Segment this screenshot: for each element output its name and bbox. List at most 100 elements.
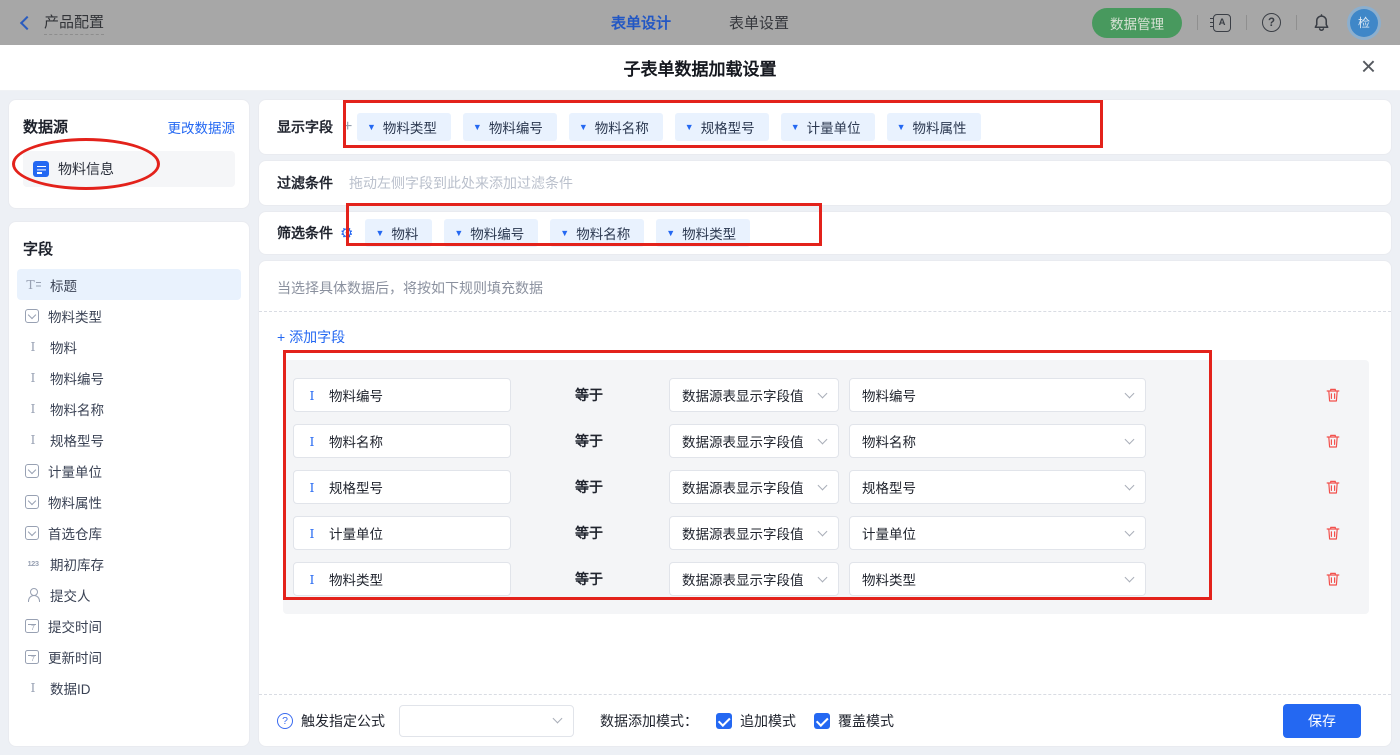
delete-row-icon[interactable] [1325, 571, 1341, 587]
field-list-item[interactable]: 首选仓库 [17, 517, 241, 548]
append-mode-option[interactable]: 追加模式 [716, 711, 796, 731]
caret-down-icon: ▼ [472, 121, 482, 132]
field-list-item[interactable]: 计量单位 [17, 455, 241, 486]
add-field-link[interactable]: + 添加字段 [259, 312, 363, 360]
source-select[interactable]: 数据源表显示字段值 [669, 424, 839, 458]
target-select[interactable]: 物料编号 [849, 378, 1146, 412]
tab-form-design[interactable]: 表单设计 [611, 12, 671, 33]
back-button[interactable]: 产品配置 [19, 11, 105, 35]
tab-form-settings[interactable]: 表单设置 [729, 12, 789, 33]
modal-title: 子表单数据加载设置 [623, 60, 777, 79]
chevron-left-icon [19, 15, 35, 31]
screen-condition-label: 筛选条件 [277, 225, 333, 241]
target-select[interactable]: 物料类型 [849, 562, 1146, 596]
filter-drop-zone[interactable]: 拖动左侧字段到此处来添加过滤条件 [349, 173, 573, 193]
target-select[interactable]: 物料名称 [849, 424, 1146, 458]
append-mode-label: 追加模式 [740, 712, 796, 729]
field-tag[interactable]: ▼ 规格型号 [674, 113, 769, 141]
field-tag[interactable]: ▼ 计量单位 [780, 113, 875, 141]
field-list-item[interactable]: 物料 [17, 331, 241, 362]
field-tag[interactable]: ▼ 物料编号 [462, 113, 557, 141]
field-tag[interactable]: ▼ 物料属性 [886, 113, 981, 141]
modal-header: 子表单数据加载设置 × [0, 45, 1400, 91]
field-tag[interactable]: ▼ 物料类型 [357, 113, 451, 141]
checkbox-checked-icon[interactable] [716, 712, 732, 729]
source-select[interactable]: 数据源表显示字段值 [669, 516, 839, 550]
datasource-item[interactable]: 物料信息 [23, 151, 235, 187]
delete-row-icon[interactable] [1325, 387, 1341, 403]
help-circle-icon[interactable]: ? [277, 712, 293, 729]
source-select[interactable]: 数据源表显示字段值 [669, 562, 839, 596]
field-tag-label: 物料名称 [594, 121, 649, 136]
help-icon[interactable]: ? [1262, 13, 1281, 32]
field-tag[interactable]: ▼ 物料编号 [444, 219, 539, 247]
field-list-item[interactable]: 规格型号 [17, 424, 241, 455]
mapping-field-label: 物料编号 [329, 389, 383, 404]
checkbox-checked-icon[interactable] [814, 712, 830, 729]
field-type-icon [25, 339, 41, 355]
mapping-field-input[interactable]: 物料类型 [293, 562, 511, 596]
chevron-down-icon [1124, 526, 1135, 536]
field-item-label: 物料属性 [48, 495, 102, 511]
target-select[interactable]: 计量单位 [849, 516, 1146, 550]
delete-row-icon[interactable] [1325, 433, 1341, 449]
field-list-item[interactable]: 物料名称 [17, 393, 241, 424]
field-list-item[interactable]: 物料编号 [17, 362, 241, 393]
field-tag[interactable]: ▼ 物料 [365, 219, 433, 247]
field-list-item[interactable]: 数据ID [17, 672, 241, 703]
field-item-label: 期初库存 [50, 557, 104, 573]
text-field-icon [304, 571, 320, 587]
display-fields-label: 显示字段 [277, 119, 333, 135]
mapping-field-input[interactable]: 计量单位 [293, 516, 511, 550]
field-list-item[interactable]: 物料类型 [17, 300, 241, 331]
field-tag-label: 物料 [391, 227, 419, 242]
field-item-label: 物料类型 [48, 309, 102, 325]
operator-label: 等于 [575, 387, 603, 403]
source-select[interactable]: 数据源表显示字段值 [669, 470, 839, 504]
overwrite-mode-option[interactable]: 覆盖模式 [814, 711, 894, 731]
gear-icon[interactable]: ⚙ [340, 226, 353, 241]
add-display-field-icon[interactable]: + [343, 118, 357, 136]
caret-down-icon: ▼ [375, 227, 385, 238]
field-list-item[interactable]: 期初库存 [17, 548, 241, 579]
mapping-row: 物料编号 等于 数据源表显示字段值 物料编号 [283, 372, 1369, 418]
text-field-icon [304, 433, 320, 449]
data-add-mode-label: 数据添加模式： [600, 712, 698, 729]
user-avatar[interactable]: 检 [1350, 8, 1378, 37]
source-select-value: 数据源表显示字段值 [682, 435, 804, 450]
field-list-item[interactable]: 更新时间 [17, 641, 241, 672]
fields-panel: 字段 标题 物料类型 [8, 221, 250, 747]
field-type-icon [25, 432, 41, 448]
delete-row-icon[interactable] [1325, 479, 1341, 495]
target-select[interactable]: 规格型号 [849, 470, 1146, 504]
field-list-item[interactable]: 提交人 [17, 579, 241, 610]
target-select-value: 规格型号 [862, 481, 916, 496]
field-tag-label: 物料属性 [912, 121, 967, 136]
field-tag[interactable]: ▼ 物料类型 [656, 219, 751, 247]
divider [1197, 15, 1198, 30]
field-list-item[interactable]: 物料属性 [17, 486, 241, 517]
field-type-icon [25, 494, 39, 509]
delete-row-icon[interactable] [1325, 525, 1341, 541]
mapping-field-input[interactable]: 物料编号 [293, 378, 511, 412]
field-tag[interactable]: ▼ 物料名称 [568, 113, 663, 141]
mapping-field-input[interactable]: 物料名称 [293, 424, 511, 458]
change-datasource-link[interactable]: 更改数据源 [168, 117, 236, 137]
field-list: 标题 物料类型 物料 [17, 269, 241, 703]
save-button[interactable]: 保存 [1283, 703, 1361, 738]
caret-down-icon: ▼ [896, 121, 906, 132]
address-book-icon[interactable]: A [1210, 13, 1231, 32]
mapping-field-input[interactable]: 规格型号 [293, 470, 511, 504]
field-list-item[interactable]: 标题 [17, 269, 241, 300]
close-icon[interactable]: × [1361, 53, 1376, 79]
data-manage-button[interactable]: 数据管理 [1092, 7, 1182, 38]
field-tag-label: 物料编号 [470, 227, 525, 242]
field-list-item[interactable]: 提交时间 [17, 610, 241, 641]
bell-icon[interactable] [1312, 13, 1331, 32]
field-item-label: 提交人 [50, 588, 91, 604]
field-item-label: 物料名称 [50, 402, 104, 418]
chevron-down-icon [817, 388, 828, 398]
field-tag[interactable]: ▼ 物料名称 [550, 219, 645, 247]
formula-select[interactable] [399, 704, 574, 737]
source-select[interactable]: 数据源表显示字段值 [669, 378, 839, 412]
